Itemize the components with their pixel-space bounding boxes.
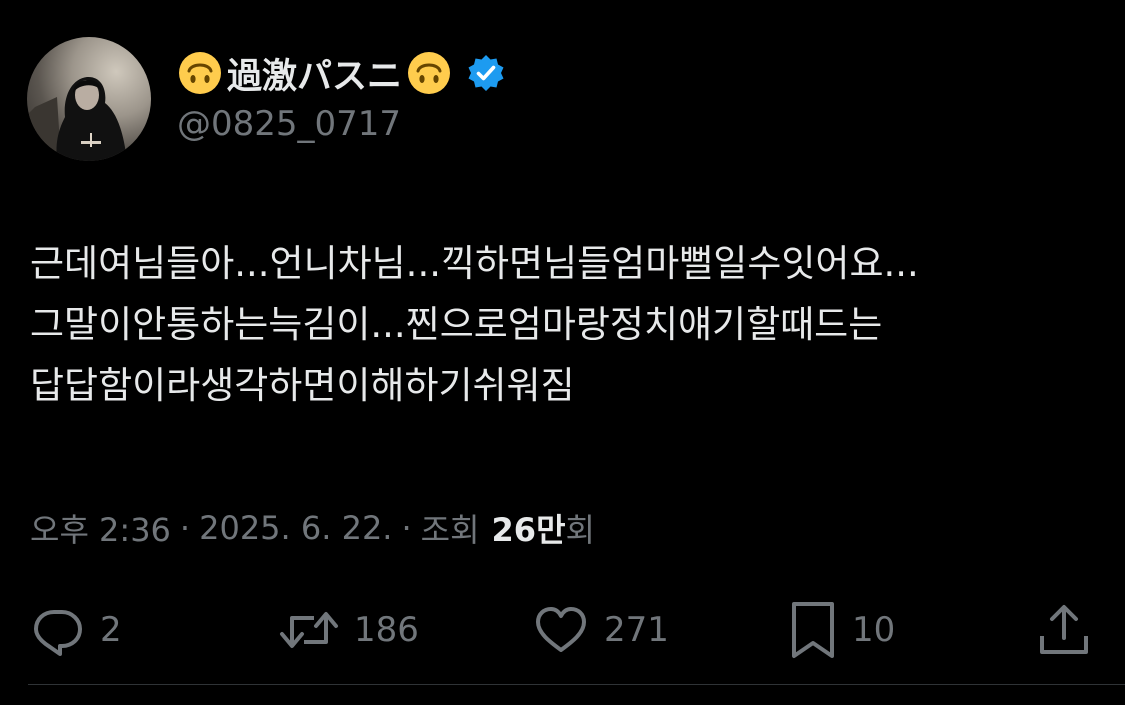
share-button[interactable] [1036,600,1092,660]
verified-badge-icon [466,53,506,93]
views-count[interactable]: 26만 [492,505,566,551]
tweet-meta: 오후 2:36 · 2025. 6. 22. · 조회 26만 회 [30,505,595,551]
retweet-icon [278,602,340,658]
display-name: 過激パスニ [227,56,403,97]
meta-separator: · [401,509,412,547]
author-name-row[interactable]: 過激パスニ [177,48,506,98]
upside-down-face-icon [177,50,223,96]
avatar[interactable] [27,37,151,161]
reply-count: 2 [100,610,122,650]
reply-button[interactable]: 2 [30,600,122,660]
tweet-text-line: 답답함이라생각하면이해하기쉬워짐 [30,364,575,407]
action-bar: 2 186 271 10 [0,600,1125,660]
tweet-time[interactable]: 오후 2:36 [30,505,171,551]
meta-separator: · [179,509,191,547]
views-prefix: 조회 [420,511,480,549]
tweet-text-line: 그말이안통하는늑김이...찐으로엄마랑정치얘기할때드는 [30,303,883,346]
retweet-button[interactable]: 186 [278,600,419,660]
bookmark-icon [788,600,838,660]
like-count: 271 [604,610,669,650]
upside-down-face-icon [406,50,452,96]
bookmark-count: 10 [852,610,896,650]
heart-icon [532,602,590,658]
divider [28,684,1125,685]
tweet-date[interactable]: 2025. 6. 22. [199,509,392,547]
like-button[interactable]: 271 [532,600,669,660]
share-icon [1036,602,1092,658]
author-handle[interactable]: @0825_0717 [177,104,401,144]
retweet-count: 186 [354,610,419,650]
tweet-text: 근데여님들아...언니차님...끽하면님들엄마뻘일수잇어요... 그말이안통하는… [30,233,1110,416]
views-suffix: 회 [565,511,595,549]
bookmark-button[interactable]: 10 [788,600,895,660]
tweet-text-line: 근데여님들아...언니차님...끽하면님들엄마뻘일수잇어요... [30,242,919,285]
reply-icon [30,602,86,658]
